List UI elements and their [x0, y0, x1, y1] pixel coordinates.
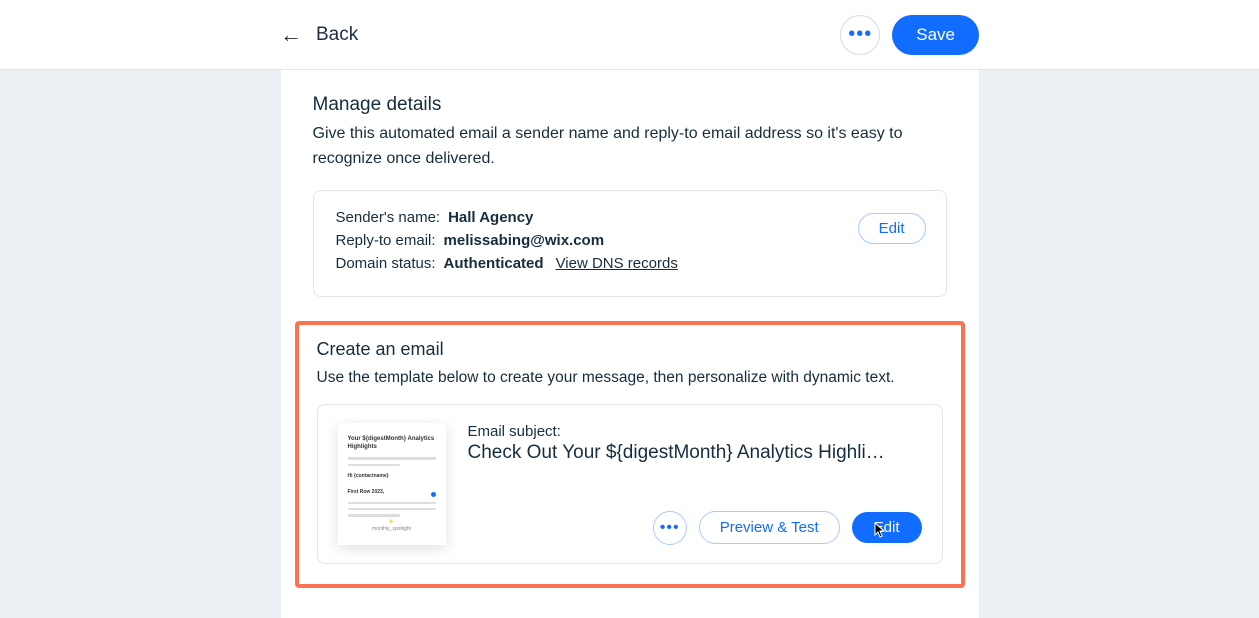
email-more-actions-button[interactable]: •••: [653, 511, 687, 545]
domain-status-label: Domain status:: [336, 255, 436, 272]
save-button[interactable]: Save: [892, 15, 979, 55]
sender-name-value: Hall Agency: [448, 209, 533, 226]
email-template-card: Your ${digestMonth} Analytics Highlights…: [317, 404, 943, 564]
sender-details-card: Sender's name: Hall Agency Reply-to emai…: [313, 190, 947, 297]
dots-horizontal-icon: •••: [660, 519, 680, 537]
create-email-section: Create an email Use the template below t…: [295, 321, 965, 588]
reply-to-row: Reply-to email: melissabing@wix.com: [336, 232, 924, 249]
arrow-left-icon: ←: [280, 24, 302, 46]
email-actions: ••• Preview & Test Edit: [653, 511, 922, 545]
email-subject-value: Check Out Your ${digestMonth} Analytics …: [468, 442, 922, 464]
create-email-title: Create an email: [317, 339, 943, 360]
back-label: Back: [316, 24, 358, 46]
back-button[interactable]: ← Back: [280, 24, 358, 46]
reply-to-value: melissabing@wix.com: [444, 232, 605, 249]
domain-status-value: Authenticated: [444, 255, 544, 272]
page-header: ← Back ••• Save: [0, 0, 1259, 70]
manage-details-description: Give this automated email a sender name …: [313, 122, 947, 172]
sender-name-row: Sender's name: Hall Agency: [336, 209, 924, 226]
domain-status-row: Domain status: Authenticated View DNS re…: [336, 255, 924, 272]
more-actions-button[interactable]: •••: [840, 15, 880, 55]
preview-test-button[interactable]: Preview & Test: [699, 511, 840, 544]
dots-horizontal-icon: •••: [848, 23, 872, 46]
header-actions: ••• Save: [840, 15, 979, 55]
manage-details-title: Manage details: [313, 94, 947, 116]
manage-details-section: Manage details Give this automated email…: [281, 94, 979, 297]
edit-sender-details-button[interactable]: Edit: [858, 213, 926, 244]
create-email-description: Use the template below to create your me…: [317, 366, 943, 390]
reply-to-label: Reply-to email:: [336, 232, 436, 249]
page-content: Manage details Give this automated email…: [281, 70, 979, 618]
email-subject-label: Email subject:: [468, 423, 922, 440]
edit-email-button[interactable]: Edit: [852, 512, 922, 543]
email-template-thumbnail: Your ${digestMonth} Analytics Highlights…: [338, 423, 446, 545]
view-dns-records-link[interactable]: View DNS records: [556, 255, 678, 272]
sender-name-label: Sender's name:: [336, 209, 441, 226]
